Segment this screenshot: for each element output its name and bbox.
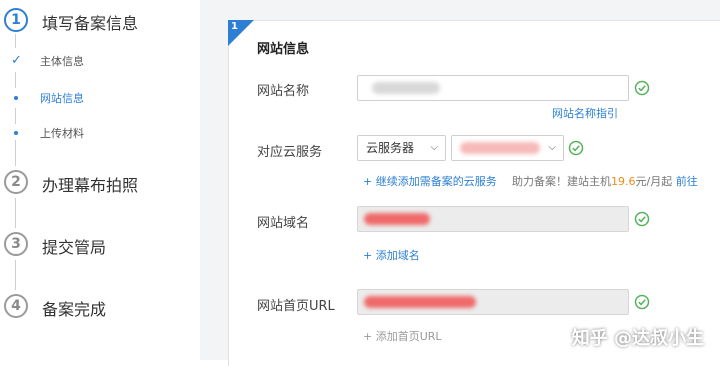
promo-go-link[interactable]: 前往 — [676, 175, 698, 188]
redacted-homepage-url — [364, 296, 476, 308]
chevron-down-icon: ⌵ — [548, 142, 556, 153]
check-circle-icon — [634, 80, 650, 96]
pending-dot-icon — [14, 131, 18, 135]
substep-website-info[interactable]: 网站信息 — [40, 90, 84, 106]
step-3-number: 3 — [4, 232, 28, 256]
step-connector — [15, 108, 16, 124]
step-4-number: 4 — [4, 294, 28, 318]
site-name-guide-link[interactable]: 网站名称指引 — [552, 105, 618, 121]
step-connector — [15, 260, 16, 290]
step-connector — [15, 34, 16, 48]
redacted-site-name — [372, 82, 440, 94]
step-2-title: 办理幕布拍照 — [42, 176, 139, 195]
step-2-number: 2 — [4, 170, 28, 194]
cloud-type-select[interactable]: 云服务器 ⌵ — [357, 135, 446, 161]
section-title: 网站信息 — [257, 42, 310, 57]
add-cloud-service-link[interactable]: + 继续添加需备案的云服务 — [363, 173, 497, 189]
current-dot-icon — [14, 96, 18, 100]
check-circle-icon — [634, 294, 650, 310]
redacted-instance — [460, 142, 540, 154]
cloud-type-value: 云服务器 — [366, 141, 415, 155]
promo-hint: 助力备案！建站主机19.6元/月起 前往 — [512, 173, 698, 189]
add-homepage-url-link[interactable]: + 添加首页URL — [363, 328, 442, 344]
check-circle-icon — [634, 211, 650, 227]
step-4-title: 备案完成 — [42, 300, 107, 319]
chevron-down-icon: ⌵ — [430, 142, 438, 153]
promo-prefix: 助力备案！建站主机 — [512, 175, 611, 188]
step-1-number: 1 — [4, 8, 28, 32]
step-3-title: 提交管局 — [42, 238, 107, 257]
redacted-domain — [364, 213, 430, 225]
check-icon: ✓ — [11, 53, 22, 68]
promo-suffix: 元/月起 — [635, 175, 673, 188]
watermark: 知乎 @达叔小生 — [571, 328, 704, 349]
domain-label: 网站域名 — [257, 216, 310, 231]
step-connector — [15, 140, 16, 166]
substep-upload-materials[interactable]: 上传材料 — [40, 125, 84, 141]
add-domain-link[interactable]: + 添加域名 — [363, 247, 420, 263]
step-1-title: 填写备案信息 — [42, 14, 139, 33]
check-circle-icon — [568, 140, 584, 156]
substep-subject-info[interactable]: 主体信息 — [40, 53, 84, 69]
promo-price: 19.6 — [611, 175, 636, 188]
homepage-url-label: 网站首页URL — [257, 299, 335, 314]
step-connector — [15, 198, 16, 228]
cloud-service-label: 对应云服务 — [257, 145, 323, 160]
site-name-label: 网站名称 — [257, 84, 310, 99]
section-number: 1 — [231, 21, 238, 32]
step-connector — [15, 72, 16, 88]
step-sidebar: 1 填写备案信息 ✓ 主体信息 网站信息 上传材料 2 办理幕布拍照 3 提交管… — [0, 0, 200, 360]
